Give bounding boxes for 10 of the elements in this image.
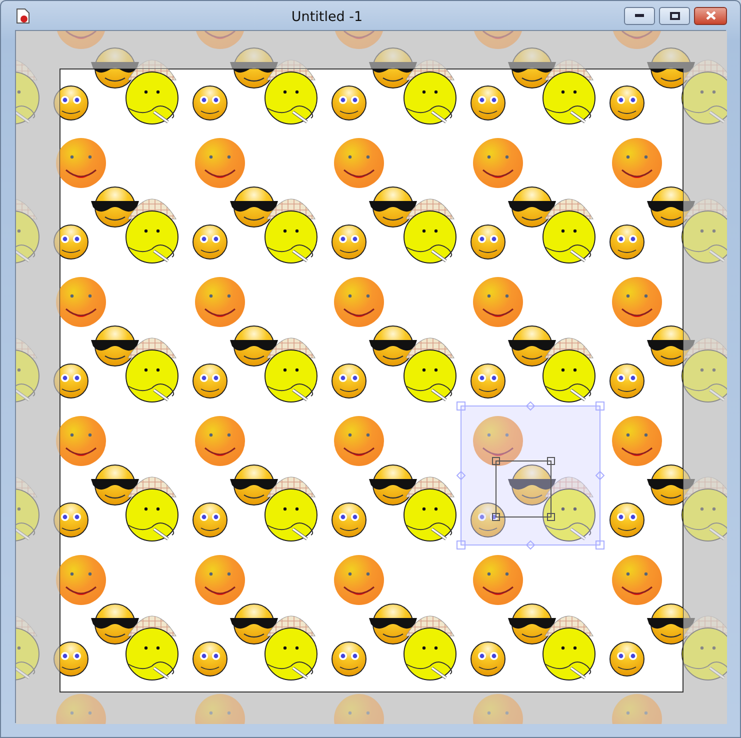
tile-frame[interactable] xyxy=(492,457,555,521)
window-title: Untitled -1 xyxy=(291,8,363,24)
selection-box[interactable] xyxy=(456,401,605,550)
document-icon xyxy=(16,8,30,24)
close-icon xyxy=(706,11,716,20)
minimize-icon xyxy=(635,14,644,18)
minimize-button[interactable] xyxy=(624,6,655,24)
maximize-button[interactable] xyxy=(659,6,690,24)
close-button[interactable] xyxy=(694,6,727,24)
maximize-icon xyxy=(670,12,680,20)
